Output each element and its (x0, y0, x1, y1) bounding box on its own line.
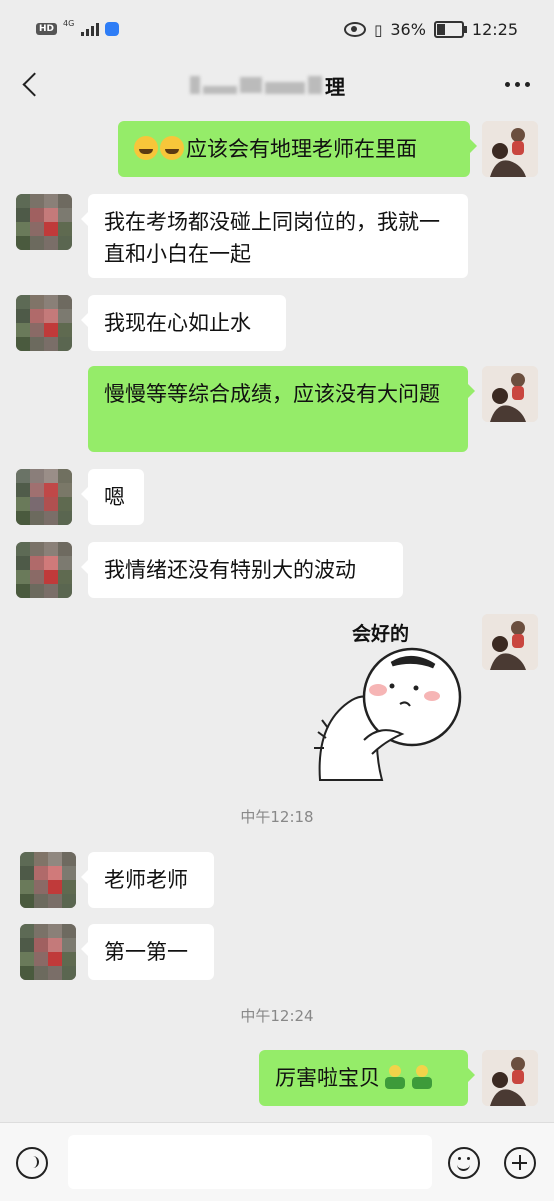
clap-icon (383, 1065, 407, 1089)
message-bubble-out[interactable]: 厉害啦宝贝 (259, 1050, 475, 1106)
message-text: 慢慢等等综合成绩，应该没有大问题 (104, 382, 440, 406)
message-bubble-in[interactable]: 我现在心如止水 (81, 295, 286, 351)
contact-avatar[interactable] (16, 542, 72, 598)
pixelated-avatar-image (16, 194, 72, 250)
message-text: 第一第一 (104, 940, 188, 964)
message-text: 我现在心如止水 (104, 311, 251, 335)
voice-input-button[interactable] (16, 1147, 48, 1179)
contact-avatar[interactable] (16, 469, 72, 525)
chat-title: 理 (190, 70, 345, 100)
redacted-name (308, 76, 322, 94)
chat-header: 理 (0, 60, 554, 110)
pixelated-avatar-image (16, 542, 72, 598)
battery-percent: 36% (390, 20, 426, 39)
signal-icon (81, 22, 100, 36)
redacted-name (240, 77, 262, 93)
timestamp: 中午12:18 (240, 808, 314, 826)
sticker-message[interactable]: 会好的 (312, 612, 462, 782)
vibrate-icon: ▯ (374, 20, 383, 39)
message-bubble-in[interactable]: 嗯 (81, 469, 144, 525)
chevron-left-icon (22, 72, 47, 97)
dot-icon (525, 82, 530, 87)
more-options-button[interactable] (505, 82, 530, 87)
back-button[interactable] (18, 70, 47, 100)
voice-icon (27, 1156, 39, 1168)
face-with-tears-of-joy-icon (160, 136, 184, 160)
dot-icon (505, 82, 510, 87)
dot-icon (515, 82, 520, 87)
hd-badge: HD (36, 23, 58, 35)
battery-icon (433, 21, 467, 38)
contact-avatar[interactable] (16, 295, 72, 351)
clock: 12:25 (471, 20, 518, 39)
redacted-name (203, 86, 237, 94)
pixelated-avatar-image (20, 852, 76, 908)
message-text: 老师老师 (104, 868, 188, 892)
sticker-image: 会好的 (314, 622, 462, 781)
input-bar (0, 1122, 554, 1201)
message-bubble-in[interactable]: 第一第一 (81, 924, 214, 980)
my-avatar[interactable] (482, 1050, 538, 1106)
my-avatar[interactable] (482, 121, 538, 177)
my-avatar[interactable] (482, 614, 538, 670)
redacted-name (265, 82, 305, 94)
my-avatar[interactable] (482, 366, 538, 422)
message-text: 应该会有地理老师在里面 (186, 137, 417, 161)
contact-avatar[interactable] (20, 852, 76, 908)
network-type-label: 4G (63, 18, 75, 28)
redacted-name (190, 76, 200, 94)
avatar-image (482, 1050, 538, 1106)
status-left: HD 4G (36, 18, 120, 36)
message-bubble-out[interactable]: 应该会有地理老师在里面 (118, 121, 477, 177)
message-bubble-in[interactable]: 我情绪还没有特别大的波动 (81, 542, 403, 598)
message-input[interactable] (68, 1135, 432, 1189)
status-right: ▯ 36% 12:25 (344, 20, 518, 39)
status-bar: HD 4G ▯ 36% 12:25 (0, 0, 554, 60)
contact-avatar[interactable] (16, 194, 72, 250)
avatar-image (482, 614, 538, 670)
timestamp: 中午12:24 (240, 1007, 314, 1025)
avatar-image (482, 366, 538, 422)
clap-icon (410, 1065, 434, 1089)
app-notification-icon (105, 22, 120, 36)
message-bubble-in[interactable]: 老师老师 (81, 852, 214, 908)
sticker-caption: 会好的 (352, 622, 409, 645)
message-text: 我情绪还没有特别大的波动 (104, 558, 356, 582)
message-text: 我在考场都没碰上同岗位的，我就一直和小白在一起 (104, 210, 440, 266)
emoji-button[interactable] (448, 1147, 480, 1179)
more-actions-button[interactable] (504, 1147, 536, 1179)
pixelated-avatar-image (16, 295, 72, 351)
contact-avatar[interactable] (20, 924, 76, 980)
message-text: 厉害啦宝贝 (275, 1066, 380, 1090)
avatar-image (482, 121, 538, 177)
eye-comfort-icon (344, 22, 367, 37)
message-text: 嗯 (104, 485, 125, 509)
chat-title-text: 理 (325, 74, 345, 99)
message-bubble-out[interactable]: 慢慢等等综合成绩，应该没有大问题 (88, 366, 475, 452)
message-bubble-in[interactable]: 我在考场都没碰上同岗位的，我就一直和小白在一起 (81, 194, 468, 278)
pixelated-avatar-image (16, 469, 72, 525)
face-with-tears-of-joy-icon (134, 136, 158, 160)
pixelated-avatar-image (20, 924, 76, 980)
